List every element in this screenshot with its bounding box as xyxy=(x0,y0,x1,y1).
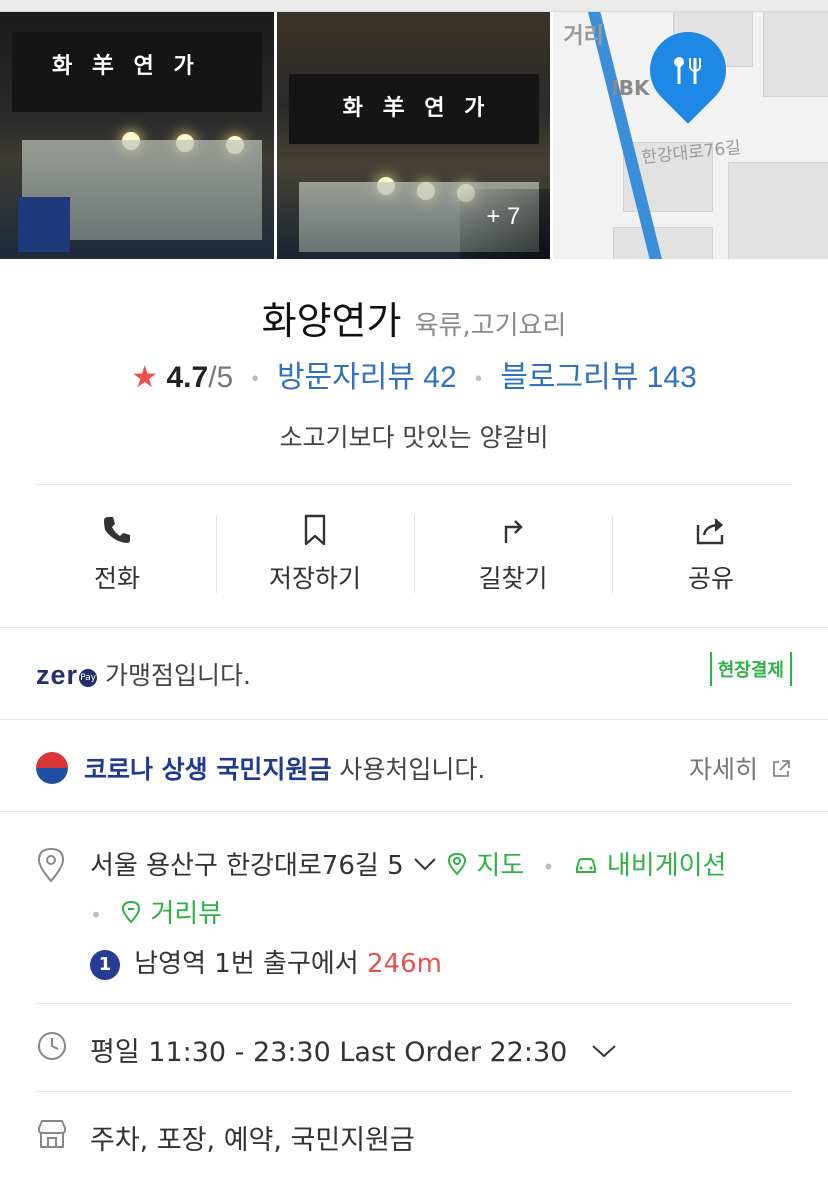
photo-gallery[interactable]: 화 羊 연 가 화 羊 연 가 + 7 거리 IBK 한강대로76길 xyxy=(0,12,828,259)
store-icon xyxy=(36,1118,68,1157)
place-category: 육류,고기요리 xyxy=(414,311,567,341)
zeropay-logo: zer xyxy=(36,660,79,690)
zeropay-text: 가맹점입니다. xyxy=(104,661,251,690)
separator-dot: • xyxy=(90,902,102,927)
amenities-text: 주차, 포장, 예약, 국민지원금 xyxy=(90,1125,415,1156)
divider xyxy=(0,627,828,628)
external-link-icon xyxy=(766,755,792,784)
metro-distance: 246m xyxy=(366,949,442,979)
map-label: 거리 xyxy=(563,24,604,49)
corona-support-title: 코로나 상생 국민지원금 xyxy=(83,755,332,784)
street-view-line: • 거리뷰 xyxy=(90,893,222,930)
hours-text: 평일 11:30 - 23:30 Last Order 22:30 xyxy=(90,1037,568,1068)
share-icon xyxy=(694,513,728,547)
call-label: 전화 xyxy=(93,564,140,593)
map-label: 한강대로76길 xyxy=(640,137,743,169)
place-name: 화양연가 xyxy=(261,299,402,343)
star-icon: ★ xyxy=(131,361,159,394)
directions-icon xyxy=(496,513,530,547)
map-label: IBK xyxy=(611,76,650,100)
zeropay-badge: Pay xyxy=(79,669,98,687)
metro-exit: 1번 출구에서 xyxy=(214,949,359,979)
corona-support-text: 사용처입니다. xyxy=(339,755,486,784)
map-building xyxy=(763,12,828,97)
divider xyxy=(36,1091,792,1092)
place-tagline: 소고기보다 맛있는 양갈비 xyxy=(279,423,549,452)
store-sign-text: 화 羊 연 가 xyxy=(52,53,200,79)
metro-station: 남영역 xyxy=(134,949,207,979)
action-bar: 전화 저장하기 길찾기 공유 xyxy=(18,505,810,605)
directions-button[interactable]: 길찾기 xyxy=(414,505,612,605)
photo-storefront-1[interactable]: 화 羊 연 가 xyxy=(0,12,274,259)
store-sign-text: 화 羊 연 가 xyxy=(342,95,491,121)
chevron-down-icon[interactable] xyxy=(576,1037,618,1068)
location-pin-icon xyxy=(36,847,66,883)
rating-line: ★ 4.7/5 • 방문자리뷰 42 • 블로그리뷰 143 xyxy=(0,352,828,396)
government-emblem-icon xyxy=(36,752,68,784)
separator-dot: • xyxy=(542,854,555,879)
restaurant-icon xyxy=(667,50,711,102)
separator-dot: • xyxy=(251,367,259,390)
hours-line: 평일 11:30 - 23:30 Last Order 22:30 xyxy=(90,1030,618,1069)
zeropay-row[interactable]: zer Pay 가맹점입니다. 현장결제 xyxy=(36,652,792,692)
navigation-link[interactable]: 내비게이션 xyxy=(573,851,727,881)
rating-score: 4.7 xyxy=(166,361,209,394)
bookmark-icon xyxy=(298,513,332,547)
directions-label: 길찾기 xyxy=(478,564,548,593)
details-label: 자세히 xyxy=(689,755,759,784)
onsite-payment-badge: 현장결제 xyxy=(709,652,792,686)
rating-max: /5 xyxy=(208,361,234,394)
save-button[interactable]: 저장하기 xyxy=(216,505,414,605)
divider xyxy=(36,1003,792,1004)
details-link[interactable]: 자세히 xyxy=(689,750,792,786)
divider xyxy=(0,719,828,720)
map-link[interactable]: 지도 xyxy=(446,851,532,881)
street-view-label: 거리뷰 xyxy=(150,899,223,929)
metro-info: 1 남영역 1번 출구에서 246m xyxy=(90,943,442,980)
map-thumbnail[interactable]: 거리 IBK 한강대로76길 xyxy=(553,12,828,259)
address-text[interactable]: 서울 용산구 한강대로76길 5 xyxy=(90,851,404,881)
top-bar xyxy=(0,0,828,12)
street-view-link[interactable]: 거리뷰 xyxy=(120,899,222,929)
place-header: 화양연가 육류,고기요리 xyxy=(0,290,828,345)
save-label: 저장하기 xyxy=(268,564,361,593)
visitor-reviews-link[interactable]: 방문자리뷰 42 xyxy=(277,361,457,394)
divider xyxy=(0,811,828,812)
more-photos-count[interactable]: + 7 xyxy=(486,203,520,231)
clock-icon xyxy=(36,1030,68,1069)
separator-dot: • xyxy=(475,367,483,390)
call-button[interactable]: 전화 xyxy=(18,505,216,605)
metro-line-badge: 1 xyxy=(90,950,120,980)
navigation-link-label: 내비게이션 xyxy=(606,851,727,881)
divider xyxy=(36,484,792,485)
blog-reviews-link[interactable]: 블로그리뷰 143 xyxy=(500,361,696,394)
corona-support-row[interactable]: 코로나 상생 국민지원금 사용처입니다. 자세히 xyxy=(36,750,792,786)
map-building xyxy=(728,162,828,259)
map-link-label: 지도 xyxy=(476,851,525,881)
crates xyxy=(18,197,70,252)
map-building xyxy=(613,227,714,259)
chevron-down-icon[interactable] xyxy=(412,851,446,881)
phone-icon xyxy=(100,513,134,547)
share-button[interactable]: 공유 xyxy=(612,505,810,605)
share-label: 공유 xyxy=(687,564,734,593)
address-line: 서울 용산구 한강대로76길 5 지도 • 내비게이션 xyxy=(90,845,726,882)
photo-storefront-2[interactable]: 화 羊 연 가 + 7 xyxy=(276,12,551,259)
